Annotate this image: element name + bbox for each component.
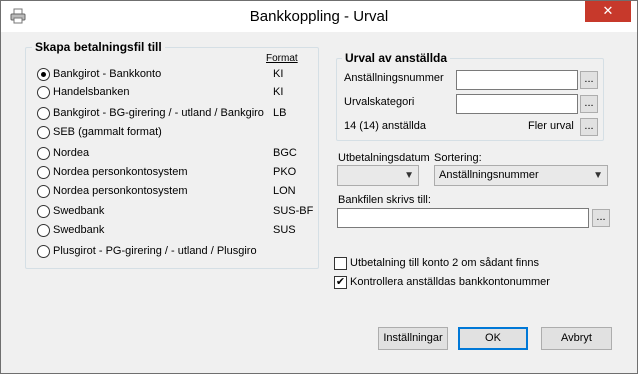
radio-button[interactable] xyxy=(37,166,50,179)
settings-button[interactable]: Inställningar xyxy=(378,327,448,350)
employee-number-input[interactable] xyxy=(456,70,578,90)
radio-button[interactable] xyxy=(37,126,50,139)
employee-selection-group-title: Urval av anställda xyxy=(342,51,451,65)
close-icon: ✕ xyxy=(602,3,614,18)
salary-category-input[interactable] xyxy=(456,94,578,114)
format-code: LON xyxy=(273,185,296,197)
salary-category-label: Urvalskategori xyxy=(344,96,415,108)
radio-button[interactable] xyxy=(37,86,50,99)
payment-file-group-title: Skapa betalningsfil till xyxy=(32,40,165,54)
more-selection-label: Fler urval xyxy=(528,120,574,132)
format-code: KI xyxy=(273,86,284,98)
format-column-header: Format xyxy=(266,53,298,64)
chevron-down-icon: ▼ xyxy=(593,170,603,181)
format-code: SUS-BF xyxy=(273,205,314,217)
employee-count-text: 14 (14) anställda xyxy=(344,120,426,132)
dialog-window: Bankkoppling - Urval ✕ Skapa betalningsf… xyxy=(0,0,638,374)
format-code: PKO xyxy=(273,166,297,178)
title-bar[interactable]: Bankkoppling - Urval ✕ xyxy=(1,1,637,32)
radio-button[interactable] xyxy=(37,245,50,258)
radio-button[interactable] xyxy=(37,185,50,198)
close-button[interactable]: ✕ xyxy=(585,1,631,22)
salary-category-browse-button[interactable]: ... xyxy=(580,95,598,113)
bank-file-browse-button[interactable]: ... xyxy=(592,209,610,227)
format-code: SUS xyxy=(273,224,296,236)
bank-file-input[interactable] xyxy=(337,208,589,228)
sorting-select[interactable]: Anställningsnummer ▼ xyxy=(434,165,608,186)
payout-date-select[interactable]: ▼ xyxy=(337,165,419,186)
more-selection-button[interactable]: ... xyxy=(580,118,598,136)
verify-account-checkbox-label: Kontrollera anställdas bankkontonummer xyxy=(350,276,550,288)
chevron-down-icon: ▼ xyxy=(404,170,414,181)
bank-file-label: Bankfilen skrivs till: xyxy=(338,194,431,206)
employee-number-browse-button[interactable]: ... xyxy=(580,71,598,89)
format-code: LB xyxy=(273,107,287,119)
cancel-button[interactable]: Avbryt xyxy=(541,327,612,350)
checkmark-icon: ✔ xyxy=(335,276,346,288)
format-code: KI xyxy=(273,68,284,80)
employee-number-label: Anställningsnummer xyxy=(344,72,444,84)
account2-checkbox[interactable] xyxy=(334,257,347,270)
radio-button[interactable] xyxy=(37,147,50,160)
window-title: Bankkoppling - Urval xyxy=(249,8,389,25)
radio-button[interactable] xyxy=(37,205,50,218)
format-code: BGC xyxy=(273,147,297,159)
payout-date-label: Utbetalningsdatum xyxy=(338,152,430,164)
verify-account-checkbox[interactable]: ✔ xyxy=(334,276,347,289)
radio-button[interactable] xyxy=(37,224,50,237)
sorting-label: Sortering: xyxy=(434,152,482,164)
account2-checkbox-label: Utbetalning till konto 2 om sådant finns xyxy=(350,257,539,269)
radio-button[interactable] xyxy=(37,107,50,120)
ok-button[interactable]: OK xyxy=(458,327,528,350)
radio-button[interactable] xyxy=(37,68,50,81)
